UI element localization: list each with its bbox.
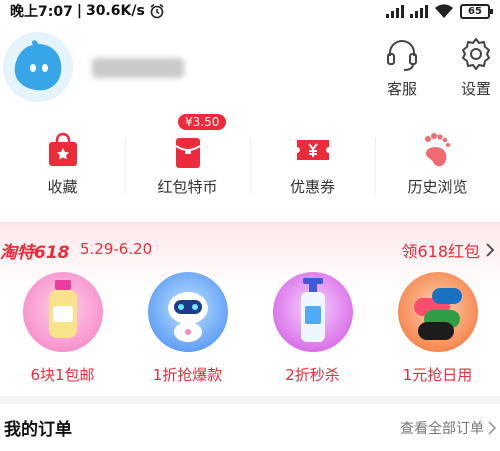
footprint-icon (424, 133, 450, 167)
chevron-right-icon (488, 420, 496, 435)
shortcut-coupons[interactable]: 优惠券 (250, 118, 375, 216)
wifi-icon (435, 4, 453, 18)
favorite-bag-icon (48, 132, 77, 166)
promo-dates: 5.29-6.20 (80, 240, 153, 258)
promo-item-image (22, 272, 103, 352)
chevron-right-icon (486, 243, 494, 257)
promo-item-label: 1元抢日用 (402, 366, 473, 384)
network-speed: 30.6K/s (85, 3, 145, 19)
settings-button[interactable]: 设置 (448, 34, 500, 99)
hand-wash-icon (300, 278, 325, 342)
alarm-icon (150, 3, 164, 19)
promo-item-label: 1折抢爆款 (152, 366, 223, 384)
status-separator: | (76, 3, 82, 19)
red-envelope-icon (174, 138, 201, 168)
shortcut-red-envelope[interactable]: 红包特币 (125, 118, 250, 216)
shortcut-history[interactable]: 历史浏览 (375, 118, 500, 216)
signal-hd-icon (410, 4, 428, 18)
trash-bag-roll-icon (413, 288, 462, 340)
promo-section: 淘特618 5.29-6.20 领618红包 6块1包邮 1折抢爆款 2折秒杀 … (0, 222, 500, 392)
headset-icon (387, 40, 417, 71)
coupon-icon (296, 140, 329, 160)
promo-item-image (397, 272, 478, 352)
gear-icon (462, 38, 490, 70)
promo-items: 6块1包邮 1折抢爆款 2折秒杀 1元抢日用 (0, 272, 500, 385)
view-all-orders-label: 查看全部订单 (400, 420, 484, 437)
robot-icon (167, 292, 208, 342)
view-all-orders-link[interactable]: 查看全部订单 (400, 418, 496, 438)
orders-section: 我的订单 查看全部订单 (0, 404, 500, 451)
promo-item-6yuan[interactable]: 6块1包邮 (0, 272, 125, 385)
promo-item-label: 2折秒杀 (285, 366, 340, 384)
profile-header: 客服 设置 (0, 24, 500, 110)
customer-service-label: 客服 (386, 80, 417, 98)
lotion-bottle-icon (48, 280, 77, 338)
signal-icon (386, 4, 404, 18)
section-divider (0, 396, 500, 404)
promo-item-label: 6块1包邮 (30, 366, 95, 384)
red-envelope-balance-badge: ¥3.50 (178, 114, 227, 130)
shortcut-label: 优惠券 (289, 178, 335, 196)
shortcut-label: 收藏 (47, 178, 78, 196)
claim-red-envelope-link[interactable]: 领618红包 (401, 238, 494, 262)
customer-service-button[interactable]: 客服 (374, 34, 430, 99)
promo-item-1yuan[interactable]: 1元抢日用 (375, 272, 500, 385)
shortcut-row: 收藏 红包特币 优惠券 历史浏览 ¥3.50 (0, 114, 500, 216)
settings-label: 设置 (460, 80, 491, 98)
shortcut-label: 红包特币 (157, 178, 218, 196)
claim-red-envelope-label: 领618红包 (401, 242, 480, 261)
promo-item-20pct[interactable]: 2折秒杀 (250, 272, 375, 385)
shortcut-favorites[interactable]: 收藏 (0, 118, 125, 216)
nickname-blurred (92, 58, 184, 78)
status-time: 晚上7:07 (10, 4, 73, 20)
promo-item-image (272, 272, 353, 352)
promo-brand: 淘特618 (0, 243, 70, 263)
promo-banner[interactable]: 淘特618 5.29-6.20 领618红包 (0, 234, 500, 264)
shortcut-label: 历史浏览 (407, 178, 468, 196)
orders-title: 我的订单 (4, 420, 72, 440)
avatar[interactable] (3, 32, 73, 102)
promo-item-10pct[interactable]: 1折抢爆款 (125, 272, 250, 385)
status-bar: 晚上7:07 | 30.6K/s 65 (0, 0, 500, 22)
avatar-mascot-icon (14, 40, 62, 91)
battery-icon: 65 (460, 3, 493, 19)
promo-item-image (147, 272, 228, 352)
